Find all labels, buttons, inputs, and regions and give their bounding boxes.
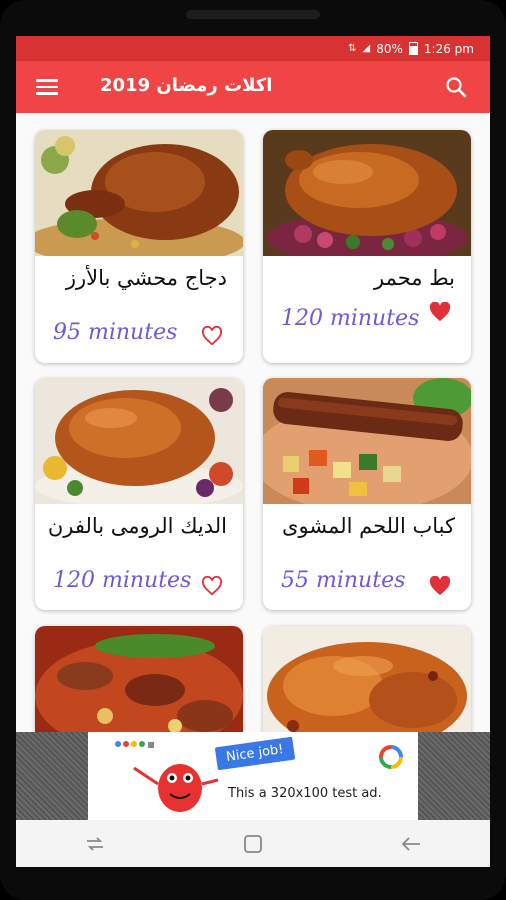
- back-arrow-icon[interactable]: [398, 833, 424, 855]
- recipe-image-roast-duck: [263, 130, 471, 256]
- ad-logo-icon: [379, 745, 403, 769]
- recents-icon[interactable]: [82, 833, 108, 855]
- recipe-card[interactable]: دجاج محشي بالأرز 95 minutes: [35, 130, 243, 363]
- ad-banner[interactable]: Nice job! This a 320x100 test ad.: [16, 732, 490, 820]
- system-nav-bar: [16, 820, 490, 867]
- recipe-name: كباب اللحم المشوى: [282, 514, 455, 538]
- heart-outline-icon[interactable]: [201, 576, 223, 596]
- phone-frame: ⇅ ◢ 80% 1:26 pm اكلات رمضان 2019 بط محمر…: [0, 0, 506, 900]
- recipe-minutes: 95 minutes: [53, 320, 178, 345]
- hamburger-menu-icon[interactable]: [36, 79, 58, 95]
- sync-icon: ⇅: [348, 43, 357, 54]
- ad-text: This a 320x100 test ad.: [228, 786, 382, 801]
- recipe-card[interactable]: [35, 626, 243, 732]
- recipe-minutes: 55 minutes: [281, 568, 406, 593]
- recipe-image-meat-stew: [35, 626, 243, 732]
- recipe-name: الديك الرومى بالفرن: [47, 514, 227, 538]
- heart-filled-icon[interactable]: [429, 576, 451, 596]
- heart-filled-icon[interactable]: [429, 302, 451, 322]
- ad-content[interactable]: Nice job! This a 320x100 test ad.: [88, 732, 418, 820]
- ad-mascot-icon: [115, 741, 218, 812]
- ad-badge: Nice job!: [214, 736, 295, 771]
- recipe-minutes: 120 minutes: [53, 568, 192, 593]
- recipe-image-grilled-kebab: [263, 378, 471, 504]
- status-time: 1:26 pm: [423, 41, 474, 56]
- search-icon[interactable]: [444, 75, 468, 99]
- home-square-icon[interactable]: [240, 833, 266, 855]
- recipe-grid: بط محمر 120 minutes دجاج محشي بالأرز 95 …: [16, 113, 490, 732]
- recipe-card[interactable]: [263, 626, 471, 732]
- phone-screen: ⇅ ◢ 80% 1:26 pm اكلات رمضان 2019 بط محمر…: [16, 36, 490, 867]
- recipe-card[interactable]: الديك الرومى بالفرن 120 minutes: [35, 378, 243, 610]
- signal-icon: ◢: [362, 43, 371, 54]
- battery-icon: [408, 42, 418, 55]
- heart-outline-icon[interactable]: [201, 326, 223, 346]
- ad-border-right: [418, 732, 490, 820]
- ad-border-left: [16, 732, 88, 820]
- recipe-image-roast-turkey: [35, 378, 243, 504]
- app-bar: اكلات رمضان 2019: [16, 61, 490, 113]
- status-bar: ⇅ ◢ 80% 1:26 pm: [16, 36, 490, 61]
- phone-speaker: [186, 10, 320, 19]
- recipe-card[interactable]: بط محمر 120 minutes: [263, 130, 471, 363]
- battery-percent: 80%: [376, 41, 403, 56]
- recipe-image-grilled-chicken: [263, 626, 471, 732]
- recipe-name: دجاج محشي بالأرز: [65, 266, 227, 290]
- recipe-image-stuffed-chicken-rice: [35, 130, 243, 256]
- recipe-name: بط محمر: [374, 266, 455, 290]
- recipe-card[interactable]: كباب اللحم المشوى 55 minutes: [263, 378, 471, 610]
- app-title: اكلات رمضان 2019: [100, 75, 273, 96]
- recipe-minutes: 120 minutes: [281, 306, 420, 331]
